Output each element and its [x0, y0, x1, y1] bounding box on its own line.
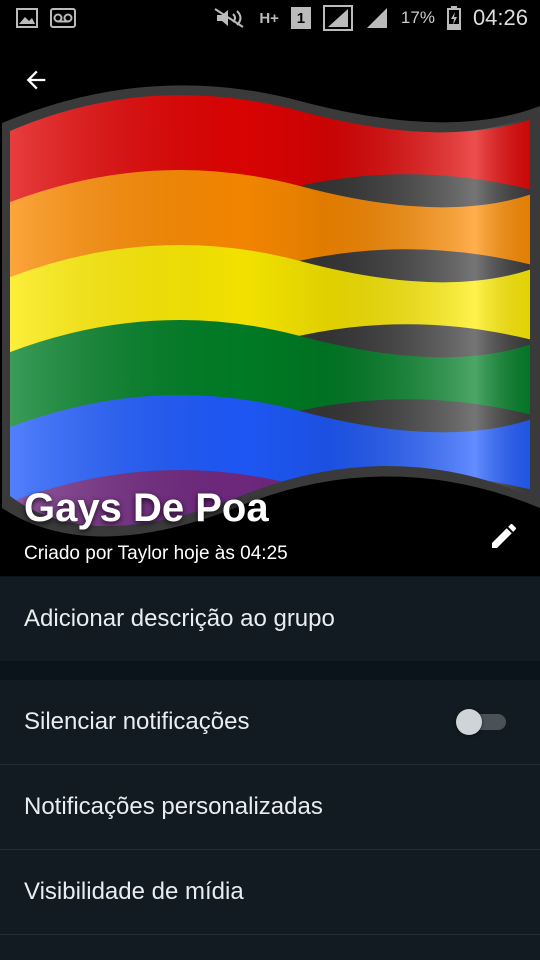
group-header: Gays De Poa Criado por Taylor hoje às 04… [0, 36, 540, 576]
settings-list: Silenciar notificações Notificações pers… [0, 680, 540, 960]
mute-icon [213, 7, 247, 29]
network-type-icon: H+ [259, 9, 279, 27]
media-visibility-row[interactable]: Visibilidade de mídia [0, 850, 540, 935]
sim-slot-number: 1 [296, 9, 306, 27]
media-visibility-label: Visibilidade de mídia [24, 878, 244, 905]
signal-icon-2 [365, 6, 389, 30]
status-bar-left [16, 8, 76, 28]
group-name: Gays De Poa [24, 486, 269, 530]
signal-icon [322, 5, 353, 31]
gallery-notification-icon [16, 8, 38, 28]
voicemail-icon [50, 8, 76, 28]
status-bar-right: H+ 1 17% 04:26 [213, 5, 528, 31]
toggle-thumb [456, 709, 482, 735]
mute-notifications-row[interactable]: Silenciar notificações [0, 680, 540, 765]
battery-percent: 17% [400, 8, 435, 27]
clock: 04:26 [472, 5, 528, 30]
add-description-row[interactable]: Adicionar descrição ao grupo [0, 577, 540, 661]
add-description-label: Adicionar descrição ao grupo [24, 605, 335, 632]
group-photo[interactable] [0, 76, 540, 546]
pencil-icon [492, 523, 516, 548]
back-button[interactable] [14, 58, 58, 102]
status-bar: H+ 1 17% 04:26 [0, 0, 540, 36]
custom-notifications-label: Notificações personalizadas [24, 793, 323, 820]
edit-group-name-button[interactable] [482, 514, 526, 558]
section-divider [0, 661, 540, 680]
custom-notifications-row[interactable]: Notificações personalizadas [0, 765, 540, 850]
sim-slot-icon: 1 [290, 7, 311, 29]
arrow-back-icon [26, 70, 46, 90]
battery-charging-icon [446, 6, 461, 30]
created-by-text: Criado por Taylor hoje às 04:25 [24, 543, 288, 564]
mute-notifications-label: Silenciar notificações [24, 708, 250, 735]
mute-notifications-toggle[interactable] [456, 709, 506, 735]
